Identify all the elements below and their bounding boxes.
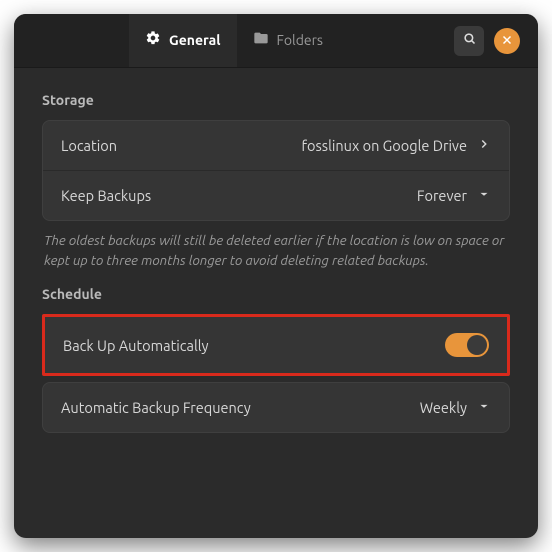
tab-folders[interactable]: Folders: [237, 14, 340, 67]
keep-backups-value: Forever: [417, 187, 467, 204]
frequency-value: Weekly: [420, 399, 467, 416]
toggle-knob: [467, 335, 487, 355]
backup-auto-toggle[interactable]: [445, 333, 489, 357]
tab-general-label: General: [169, 32, 221, 48]
gear-icon: [145, 30, 161, 49]
frequency-panel: Automatic Backup Frequency Weekly: [42, 382, 510, 433]
frequency-value-wrap: Weekly: [420, 399, 491, 416]
tab-folders-label: Folders: [277, 32, 324, 48]
titlebar: General Folders: [14, 14, 538, 68]
search-button[interactable]: [454, 26, 484, 56]
location-label: Location: [61, 137, 117, 154]
folder-icon: [253, 30, 269, 49]
backup-auto-row[interactable]: Back Up Automatically: [45, 317, 507, 373]
titlebar-spacer: [534, 14, 538, 67]
close-icon: [501, 32, 513, 50]
chevron-right-icon: [477, 137, 491, 154]
location-value: fosslinux on Google Drive: [301, 137, 467, 154]
frequency-row[interactable]: Automatic Backup Frequency Weekly: [43, 383, 509, 432]
titlebar-spacer: [14, 14, 129, 67]
titlebar-actions: [454, 14, 534, 67]
close-button[interactable]: [494, 28, 520, 54]
frequency-label: Automatic Backup Frequency: [61, 399, 251, 416]
tab-general[interactable]: General: [129, 14, 237, 67]
storage-panel: Location fosslinux on Google Drive Keep …: [42, 120, 510, 221]
location-value-wrap: fosslinux on Google Drive: [301, 137, 491, 154]
location-row[interactable]: Location fosslinux on Google Drive: [43, 121, 509, 171]
search-icon: [462, 31, 477, 50]
storage-section-header: Storage: [42, 92, 510, 108]
chevron-down-icon: [477, 187, 491, 204]
backup-auto-label: Back Up Automatically: [63, 337, 209, 354]
storage-help-text: The oldest backups will still be deleted…: [44, 231, 508, 270]
chevron-down-icon: [477, 399, 491, 416]
backup-auto-highlight: Back Up Automatically: [42, 314, 510, 376]
preferences-window: General Folders Storage: [14, 14, 538, 538]
content-area: Storage Location fosslinux on Google Dri…: [14, 68, 538, 538]
schedule-section-header: Schedule: [42, 286, 510, 302]
keep-backups-label: Keep Backups: [61, 187, 151, 204]
keep-backups-value-wrap: Forever: [417, 187, 491, 204]
titlebar-spacer: [339, 14, 454, 67]
keep-backups-row[interactable]: Keep Backups Forever: [43, 171, 509, 220]
